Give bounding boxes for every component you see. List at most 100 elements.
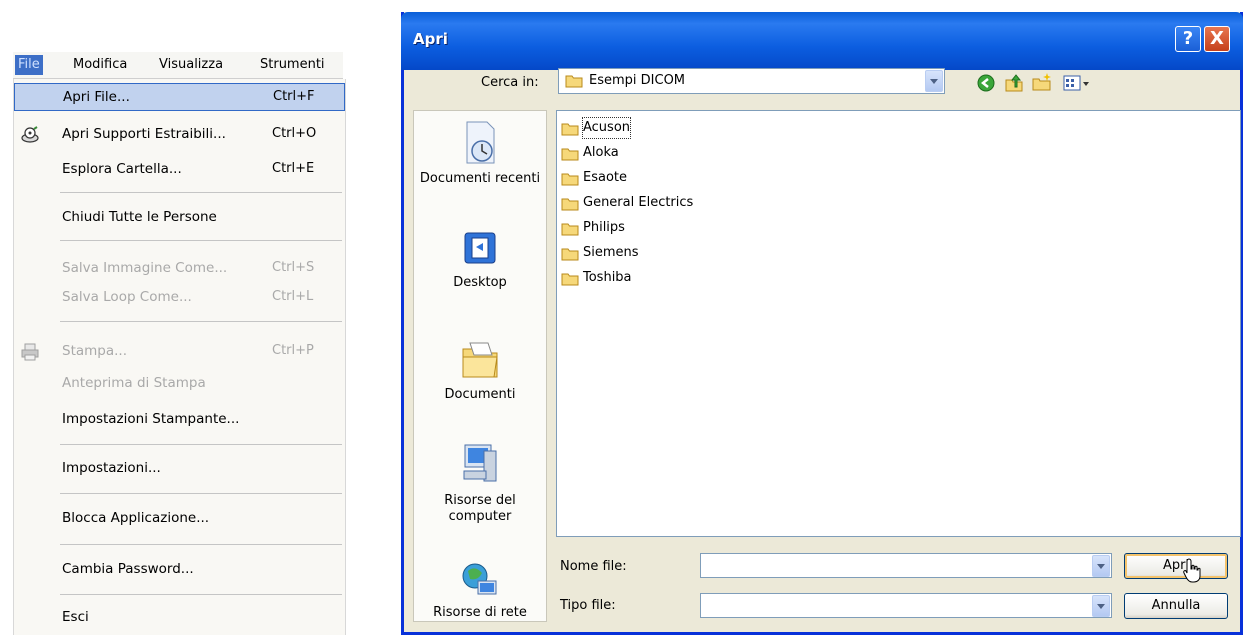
removable-media-icon (20, 125, 40, 145)
folder-name: Esaote (583, 170, 628, 185)
hand-cursor-icon (1183, 558, 1203, 588)
back-icon[interactable] (975, 72, 997, 94)
menu-item-label: Salva Immagine Come... (62, 260, 228, 276)
menu-item-label: Blocca Applicazione... (62, 510, 210, 526)
menu-item-shortcut: Ctrl+P (272, 343, 314, 358)
menu-item-cambia-password[interactable]: Cambia Password... (14, 556, 345, 584)
look-in-combobox[interactable]: Esempi DICOM (558, 68, 945, 94)
close-button[interactable]: X (1204, 26, 1230, 52)
place-my-computer[interactable]: Risorse del computer (414, 441, 546, 525)
filename-label: Nome file: (560, 559, 627, 574)
recent-documents-icon (466, 121, 495, 164)
menu-separator (60, 493, 342, 494)
menu-item-label: Impostazioni... (62, 460, 161, 476)
menu-item-label: Anteprima di Stampa (62, 375, 206, 391)
up-folder-icon[interactable] (1003, 72, 1025, 94)
menu-item-label: Esci (62, 609, 89, 625)
places-bar: Documenti recenti Desktop Documenti Riso… (413, 110, 547, 622)
menu-item-shortcut: Ctrl+O (272, 126, 317, 141)
folder-icon (561, 123, 579, 136)
filetype-label: Tipo file: (560, 598, 616, 613)
menu-item-shortcut: Ctrl+F (273, 89, 315, 104)
file-list[interactable]: Acuson Aloka Esaote General Electrics Ph… (556, 110, 1241, 537)
menu-item-esplora-cartella[interactable]: Esplora Cartella... Ctrl+E (14, 156, 345, 184)
menu-item-label: Salva Loop Come... (62, 289, 192, 305)
menu-separator (60, 321, 342, 322)
filename-input[interactable] (700, 553, 1112, 578)
menu-item-label: Apri File... (63, 89, 130, 105)
menu-separator (60, 240, 342, 241)
cancel-button[interactable]: Annulla (1124, 593, 1228, 619)
folder-name: General Electrics (583, 195, 694, 210)
folder-icon (561, 173, 579, 186)
place-documents[interactable]: Documenti (414, 335, 546, 403)
place-recent-documents[interactable]: Documenti recenti (414, 119, 546, 187)
menu-item-stampa: Stampa... Ctrl+P (14, 338, 345, 366)
place-desktop[interactable]: Desktop (414, 229, 546, 291)
menu-strumenti[interactable]: Strumenti (260, 56, 325, 74)
menu-separator (60, 444, 342, 445)
place-label: Documenti recenti (419, 171, 541, 186)
menu-item-apri-supporti[interactable]: Apri Supporti Estraibili... Ctrl+O (14, 121, 345, 149)
filetype-select[interactable] (700, 593, 1112, 618)
dialog-title: Apri (413, 30, 448, 48)
file-menu-dropdown: Apri File... Ctrl+F Apri Supporti Estrai… (13, 79, 346, 635)
place-label: Risorse di rete (433, 605, 527, 620)
folder-name: Aloka (583, 145, 619, 160)
menu-item-chiudi-tutte[interactable]: Chiudi Tutte le Persone (14, 204, 345, 232)
open-button[interactable]: Apri (1124, 553, 1228, 579)
folder-icon (561, 148, 579, 161)
filetype-dropdown-button[interactable] (1092, 595, 1110, 617)
place-label: Desktop (453, 275, 507, 290)
documents-folder-icon (462, 342, 498, 378)
folder-icon (561, 248, 579, 261)
folder-name: Siemens (583, 245, 639, 260)
my-computer-icon (463, 444, 497, 482)
menu-item-label: Stampa... (62, 343, 128, 359)
desktop-icon (464, 232, 496, 264)
menu-separator (60, 544, 342, 545)
menu-separator (60, 192, 342, 193)
network-places-icon (462, 563, 497, 595)
menu-item-impostazioni[interactable]: Impostazioni... (14, 455, 345, 483)
menu-item-shortcut: Ctrl+E (272, 161, 315, 176)
menu-visualizza[interactable]: Visualizza (159, 56, 223, 74)
look-in-value: Esempi DICOM (589, 73, 686, 88)
place-label: Documenti (444, 387, 516, 402)
folder-icon (561, 223, 579, 236)
look-in-dropdown-button[interactable] (925, 70, 943, 92)
folder-name: Acuson (581, 117, 632, 139)
place-network[interactable]: Risorse di rete (414, 561, 546, 621)
menu-modifica[interactable]: Modifica (73, 56, 127, 74)
folder-icon (561, 198, 579, 211)
menu-item-label: Impostazioni Stampante... (62, 411, 240, 427)
menu-item-label: Apri Supporti Estraibili... (62, 126, 226, 142)
help-button[interactable]: ? (1175, 26, 1201, 52)
dialog-title-bar[interactable]: Apri ? X (401, 12, 1243, 70)
look-in-label: Cerca in: (481, 75, 539, 90)
folder-icon (561, 273, 579, 286)
new-folder-icon[interactable] (1031, 72, 1053, 94)
menu-item-salva-immagine: Salva Immagine Come... Ctrl+S (14, 255, 345, 283)
menu-item-esci[interactable]: Esci (14, 604, 345, 632)
menu-item-blocca-applicazione[interactable]: Blocca Applicazione... (14, 505, 345, 533)
menu-item-anteprima-stampa: Anteprima di Stampa (14, 370, 345, 398)
menu-item-salva-loop: Salva Loop Come... Ctrl+L (14, 284, 345, 312)
folder-name: Philips (583, 220, 625, 235)
folder-name: Toshiba (583, 270, 632, 285)
place-label: Risorse del computer (444, 493, 516, 524)
menu-separator (60, 594, 342, 595)
filename-dropdown-button[interactable] (1092, 555, 1110, 577)
menu-file[interactable]: File (15, 55, 43, 75)
view-menu-icon[interactable] (1062, 72, 1092, 94)
menu-item-shortcut: Ctrl+S (272, 260, 315, 275)
menu-bar: File Modifica Visualizza Strumenti (13, 52, 343, 79)
menu-item-shortcut: Ctrl+L (272, 289, 314, 304)
folder-icon (565, 74, 583, 92)
printer-icon (20, 342, 40, 362)
menu-item-apri-file[interactable]: Apri File... Ctrl+F (14, 83, 345, 111)
menu-item-label: Esplora Cartella... (62, 161, 182, 177)
menu-item-label: Cambia Password... (62, 561, 194, 577)
menu-item-impostazioni-stampante[interactable]: Impostazioni Stampante... (14, 406, 345, 434)
menu-item-label: Chiudi Tutte le Persone (62, 209, 217, 225)
